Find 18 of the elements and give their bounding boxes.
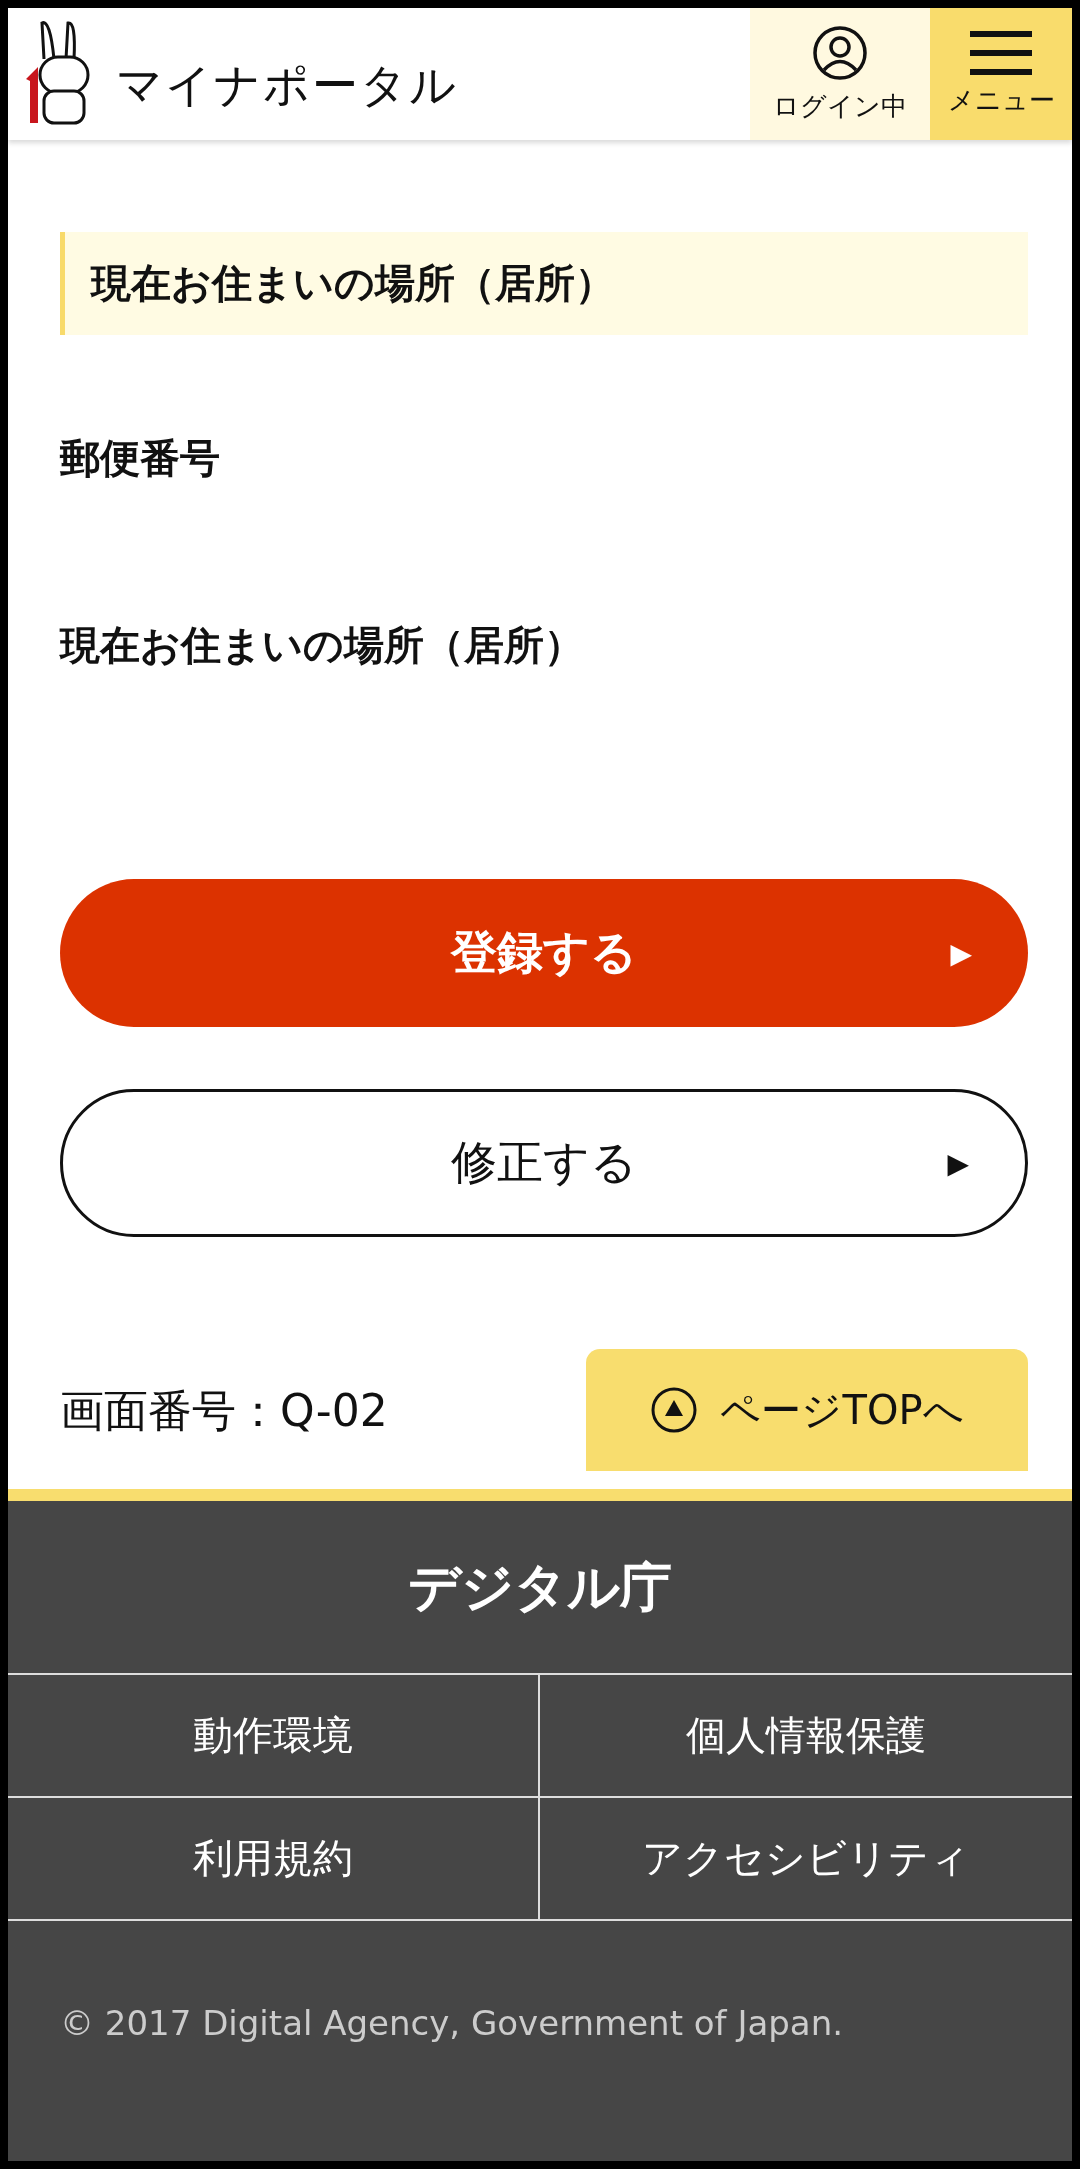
agency-name: デジタル庁 <box>407 1556 673 1619</box>
footer-link[interactable]: 動作環境 <box>8 1675 540 1798</box>
footer-link[interactable]: 個人情報保護 <box>540 1675 1072 1798</box>
screen-number: 画面番号：Q-02 <box>60 1384 388 1438</box>
user-icon <box>812 24 868 81</box>
footer-link[interactable]: アクセシビリティ <box>540 1798 1072 1921</box>
menu-button[interactable]: メニュー <box>930 8 1072 140</box>
logo-text[interactable]: マイナポータル <box>116 55 458 117</box>
field-label: 郵便番号 <box>60 434 221 483</box>
menu-icon <box>970 30 1032 75</box>
register-button[interactable]: 登録する ▶ <box>60 879 1028 1027</box>
field-label: 現在お住まいの場所（居所） <box>60 621 585 670</box>
login-button[interactable]: ログイン中 <box>750 8 930 140</box>
footer-link[interactable]: 利用規約 <box>8 1798 540 1921</box>
section-heading: 現在お住まいの場所（居所） <box>60 232 1028 335</box>
copyright: © 2017 Digital Agency, Government of Japan. <box>59 2002 844 2043</box>
page-top-button[interactable]: ページTOPへ <box>586 1349 1028 1471</box>
edit-button[interactable]: 修正する ▶ <box>60 1089 1028 1237</box>
